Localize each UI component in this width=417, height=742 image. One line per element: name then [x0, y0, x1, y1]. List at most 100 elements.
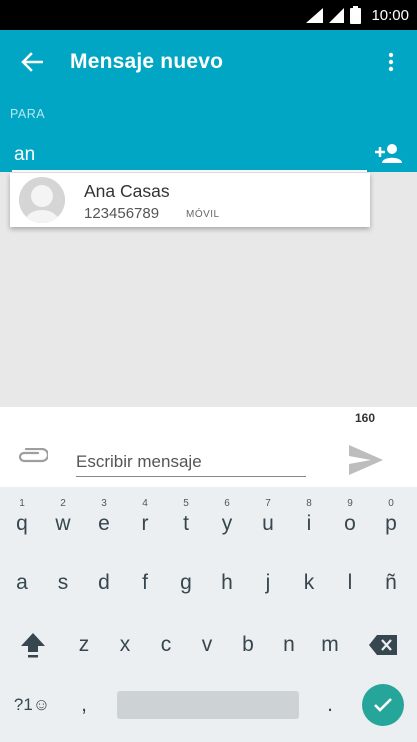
- wifi-signal-icon: [306, 7, 324, 23]
- key-t[interactable]: 5t: [166, 497, 206, 537]
- key-hint: 8: [306, 498, 312, 509]
- key-h[interactable]: h: [207, 563, 247, 603]
- avatar: [19, 177, 65, 223]
- key-label: e: [98, 512, 110, 535]
- key-label: z: [78, 633, 90, 656]
- default-avatar-icon: [19, 177, 65, 223]
- more-vert-icon: [388, 52, 394, 72]
- backspace-key[interactable]: [360, 625, 406, 665]
- back-button[interactable]: [14, 48, 50, 76]
- key-p[interactable]: 0p: [371, 497, 411, 537]
- key-f[interactable]: f: [125, 563, 165, 603]
- checkmark-icon: [374, 698, 392, 712]
- key-g[interactable]: g: [166, 563, 206, 603]
- key-label: w: [55, 512, 71, 535]
- key-label: v: [201, 633, 213, 656]
- key-hint: 7: [265, 498, 271, 509]
- key-e[interactable]: 3e: [84, 497, 124, 537]
- contact-name: Ana Casas: [84, 181, 170, 201]
- key-y[interactable]: 6y: [207, 497, 247, 537]
- key-label: l: [347, 571, 353, 594]
- key-j[interactable]: j: [248, 563, 288, 603]
- shift-icon: [21, 633, 45, 658]
- app-bar: Mensaje nuevo PARA: [0, 30, 417, 172]
- page-title: Mensaje nuevo: [70, 50, 224, 73]
- key-hint: 1: [19, 498, 25, 509]
- overflow-menu-button[interactable]: [379, 48, 403, 76]
- key-v[interactable]: v: [187, 625, 227, 665]
- key-label: ,: [81, 693, 87, 716]
- keyboard: 1q 2w 3e 4r 5t 6y 7u 8i 9o 0p a s d f g …: [0, 487, 417, 742]
- key-k[interactable]: k: [289, 563, 329, 603]
- backspace-icon: [369, 635, 397, 655]
- symbols-key[interactable]: ?1☺: [4, 685, 60, 725]
- status-icons: 10:00: [306, 5, 409, 25]
- recipient-underline: [12, 170, 367, 172]
- key-label: j: [265, 571, 271, 594]
- key-b[interactable]: b: [228, 625, 268, 665]
- contact-number: 123456789: [84, 205, 160, 222]
- key-l[interactable]: l: [330, 563, 370, 603]
- key-label: t: [183, 512, 189, 535]
- key-label: d: [98, 571, 110, 594]
- shift-key[interactable]: [10, 623, 56, 667]
- enter-key[interactable]: [362, 684, 404, 726]
- key-hint: 5: [183, 498, 189, 509]
- send-button[interactable]: [347, 441, 385, 479]
- key-hint: 6: [224, 498, 230, 509]
- key-label: .: [327, 693, 333, 716]
- key-label: p: [385, 512, 397, 535]
- key-q[interactable]: 1q: [2, 497, 42, 537]
- key-label: ñ: [385, 571, 397, 594]
- add-contact-button[interactable]: [373, 138, 405, 168]
- key-label: q: [16, 512, 28, 535]
- char-counter: 160: [354, 411, 375, 425]
- key-label: s: [57, 571, 69, 594]
- key-hint: 3: [101, 498, 107, 509]
- recipient-input[interactable]: [14, 142, 366, 168]
- key-label: u: [262, 512, 274, 535]
- key-w[interactable]: 2w: [43, 497, 83, 537]
- key-label: c: [160, 633, 172, 656]
- key-z[interactable]: z: [64, 625, 104, 665]
- paperclip-icon: [18, 448, 48, 463]
- key-d[interactable]: d: [84, 563, 124, 603]
- message-underline: [76, 476, 306, 477]
- key-hint: 4: [142, 498, 148, 509]
- status-time: 10:00: [371, 6, 409, 24]
- key-label: y: [221, 512, 233, 535]
- key-i[interactable]: 8i: [289, 497, 329, 537]
- key-o[interactable]: 9o: [330, 497, 370, 537]
- person-add-icon: [375, 144, 402, 163]
- send-icon: [349, 445, 383, 475]
- key-hint: 9: [347, 498, 353, 509]
- contact-number-type: MÓVIL: [186, 209, 220, 220]
- key-label: x: [119, 633, 131, 656]
- period-key[interactable]: .: [310, 685, 350, 725]
- battery-icon: [350, 6, 362, 24]
- arrow-back-icon: [21, 52, 43, 72]
- key-n[interactable]: n: [269, 625, 309, 665]
- compose-bar: 160: [0, 407, 417, 487]
- key-m[interactable]: m: [310, 625, 350, 665]
- key-c[interactable]: c: [146, 625, 186, 665]
- key-u[interactable]: 7u: [248, 497, 288, 537]
- key-label: b: [242, 633, 254, 656]
- attach-button[interactable]: [14, 445, 50, 469]
- contact-suggestion[interactable]: Ana Casas 123456789 MÓVIL: [10, 173, 370, 227]
- key-r[interactable]: 4r: [125, 497, 165, 537]
- message-input[interactable]: [76, 449, 306, 475]
- key-label: a: [16, 571, 28, 594]
- to-label: PARA: [10, 107, 46, 121]
- comma-key[interactable]: ,: [64, 685, 104, 725]
- key-a[interactable]: a: [2, 563, 42, 603]
- key-label: m: [321, 633, 339, 656]
- key-x[interactable]: x: [105, 625, 145, 665]
- key-label: i: [306, 512, 312, 535]
- key-s[interactable]: s: [43, 563, 83, 603]
- key-label: g: [180, 571, 192, 594]
- key-label: h: [221, 571, 233, 594]
- space-key[interactable]: [117, 691, 299, 719]
- status-bar: 10:00: [0, 0, 417, 30]
- key-n-tilde[interactable]: ñ: [371, 563, 411, 603]
